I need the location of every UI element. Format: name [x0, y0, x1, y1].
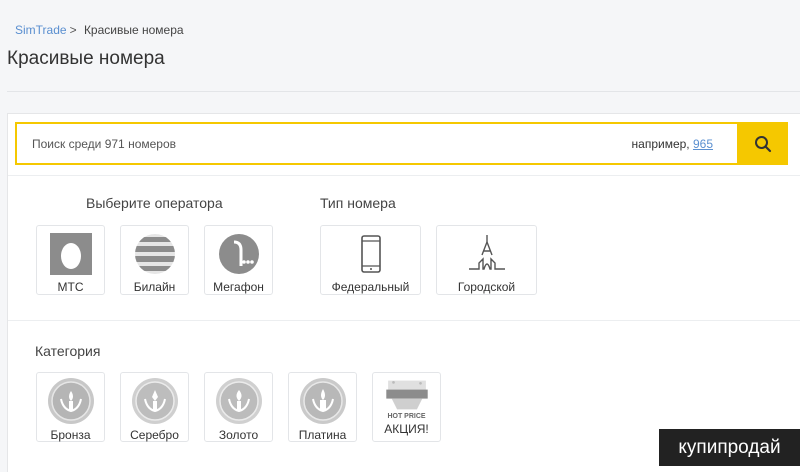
category-label: Золото — [218, 428, 259, 442]
mobile-phone-icon — [360, 234, 381, 273]
operator-beeline[interactable]: Билайн — [120, 225, 189, 295]
watermark: купипродай — [659, 429, 800, 466]
search-hint: например, 965 — [632, 137, 713, 151]
operator-megafon[interactable]: Мегафон — [204, 225, 273, 295]
number-type-city[interactable]: Городской — [436, 225, 537, 295]
number-type-label: Городской — [457, 280, 516, 294]
category-gold[interactable]: Золото — [204, 372, 273, 442]
silver-medal-icon — [131, 378, 178, 424]
hot-price-icon — [385, 380, 428, 410]
category-silver[interactable]: Серебро — [120, 372, 189, 442]
search-bar: например, 965 — [15, 122, 788, 165]
category-bronze[interactable]: Бронза — [36, 372, 105, 442]
search-example-link[interactable]: 965 — [693, 137, 713, 151]
search-input[interactable] — [17, 124, 632, 163]
gold-medal-icon — [215, 378, 262, 424]
search-button[interactable] — [737, 122, 788, 165]
breadcrumb-separator: > — [69, 23, 77, 37]
categories-title: Категория — [35, 343, 101, 359]
search-hint-prefix: например, — [631, 136, 690, 151]
operator-label: МТС — [57, 280, 84, 294]
operators-title: Выберите оператора — [86, 195, 223, 211]
platinum-medal-icon — [299, 378, 346, 424]
operator-mts[interactable]: МТС — [36, 225, 105, 295]
city-tower-icon — [468, 234, 505, 270]
mts-logo-icon — [49, 232, 92, 275]
bronze-medal-icon — [47, 378, 94, 424]
breadcrumb-home-link[interactable]: SimTrade — [15, 23, 67, 37]
category-label: АКЦИЯ! — [384, 422, 429, 436]
breadcrumb-current: Красивые номера — [83, 23, 184, 37]
category-label: Платина — [298, 428, 347, 442]
section-divider — [8, 175, 800, 176]
search-icon — [754, 135, 771, 152]
number-type-label: Федеральный — [331, 280, 410, 294]
category-platinum[interactable]: Платина — [288, 372, 357, 442]
breadcrumb: SimTrade > Красивые номера — [15, 23, 184, 37]
operator-label: Мегафон — [213, 280, 264, 294]
hot-price-badge: HOT PRICE — [387, 413, 426, 420]
page-title: Красивые номера — [7, 48, 165, 69]
number-type-federal[interactable]: Федеральный — [320, 225, 421, 295]
filter-card: например, 965 Выберите оператора Тип ном… — [7, 113, 800, 472]
category-label: Серебро — [130, 428, 179, 442]
megafon-logo-icon — [218, 233, 259, 274]
category-promo[interactable]: HOT PRICE АКЦИЯ! — [372, 372, 441, 442]
header-divider — [7, 91, 800, 92]
section-divider — [8, 320, 800, 321]
category-label: Бронза — [50, 428, 91, 442]
number-type-title: Тип номера — [320, 195, 396, 211]
beeline-logo-icon — [134, 233, 175, 274]
operator-label: Билайн — [133, 280, 176, 294]
